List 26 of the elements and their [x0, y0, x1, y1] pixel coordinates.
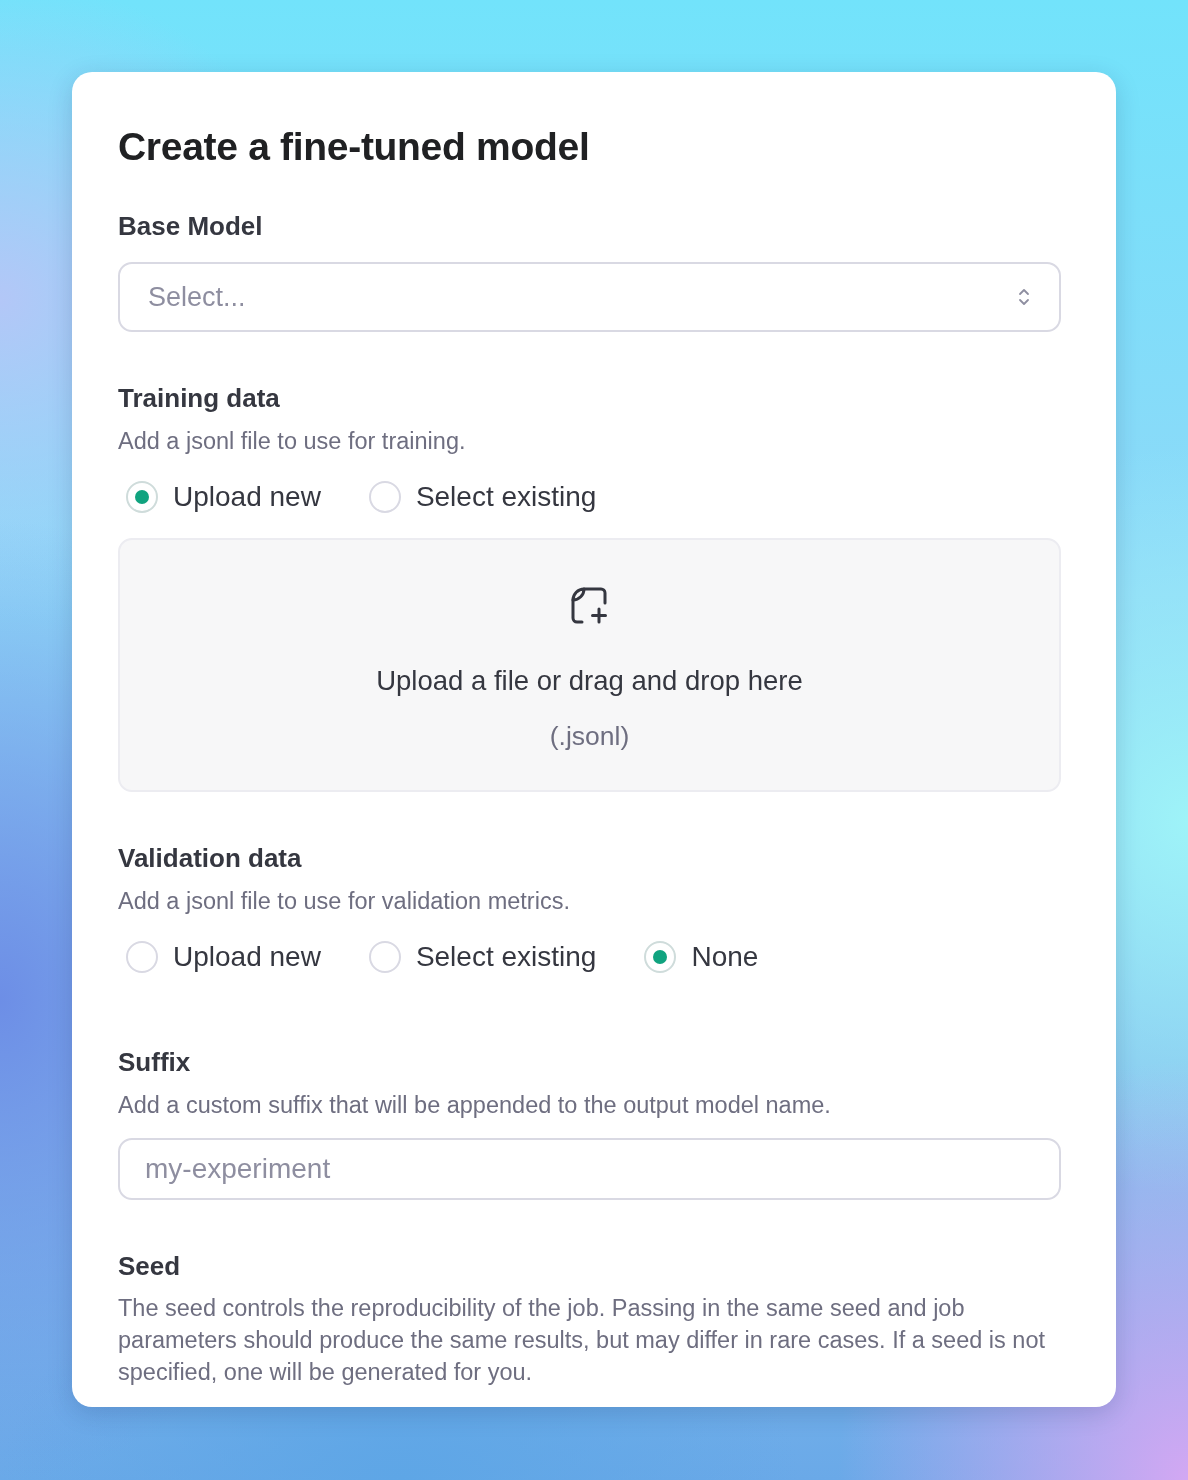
upload-dropzone[interactable]: Upload a file or drag and drop here (.jsonl) [118, 538, 1061, 792]
radio-option[interactable]: Upload new [126, 479, 321, 515]
chevron-updown-icon [1017, 286, 1031, 308]
field-description: The seed controls the reproducibility of the job. Passing in the same seed and job parameters should produce the same results, but may differ in rare cases. If a seed is not specified, one will be generated for you. [118, 1294, 1046, 1387]
radio-option[interactable]: Select existing [368, 939, 597, 975]
field-label: Training data [118, 382, 281, 414]
file-plus-icon [569, 586, 610, 626]
radio-button[interactable] [368, 481, 401, 513]
radio-option[interactable]: Select existing [368, 479, 597, 515]
field-description: Add a jsonl file to use for training. [118, 427, 467, 455]
radio-button[interactable] [644, 941, 677, 973]
radio-button[interactable] [368, 941, 401, 973]
radio-option[interactable]: Upload new [126, 939, 321, 975]
field-label: Validation data [118, 842, 303, 874]
file-type-hint: (.jsonl) [549, 720, 630, 753]
radio-button[interactable] [126, 481, 158, 513]
radio-button[interactable] [126, 941, 158, 973]
field-description: Add a custom suffix that will be appended to the output model name. [118, 1091, 832, 1119]
field-description: Add a jsonl file to use for validation metrics. [118, 887, 571, 915]
field-label: Seed [118, 1250, 182, 1282]
upload-prompt: Upload a file or drag and drop here [376, 664, 803, 698]
radio-option[interactable]: None [644, 939, 759, 975]
field-label: Base Model [118, 210, 264, 242]
suffix-input[interactable]: my-experiment [118, 1138, 1061, 1200]
dialog-title: Create a fine-tuned model [118, 125, 591, 169]
field-label: Suffix [118, 1046, 192, 1078]
